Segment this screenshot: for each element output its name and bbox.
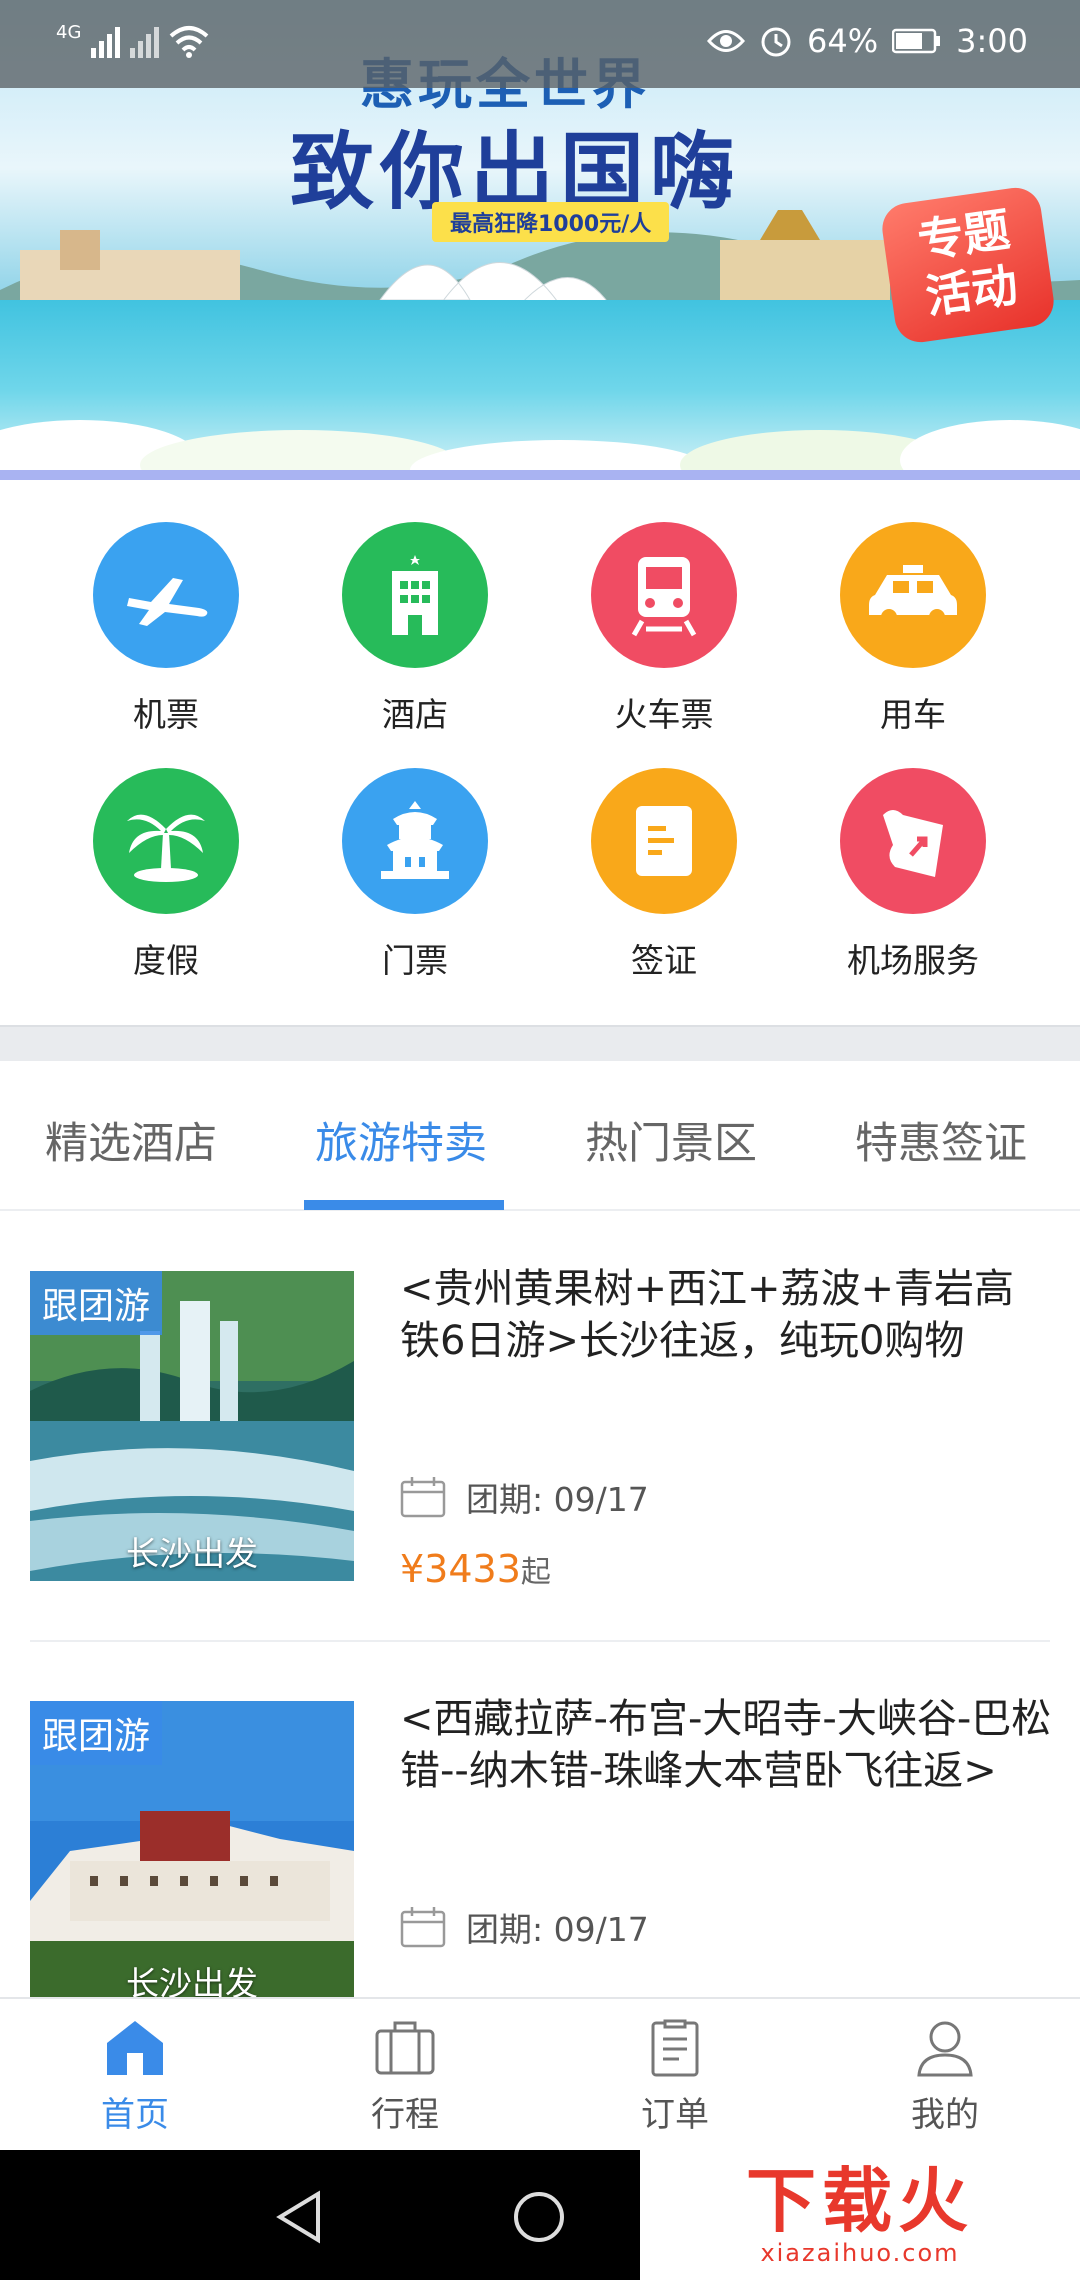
product-card[interactable]: 跟团游 长沙出发 <西藏拉萨-布宫-大昭寺-大峡谷-巴松错--纳木错-珠峰大本营…	[0, 1641, 1080, 1997]
category-tickets[interactable]: 门票	[315, 768, 515, 982]
category-label: 门票	[382, 941, 448, 980]
nav-home[interactable]: 首页	[35, 2017, 235, 2136]
active-tab-indicator	[304, 1200, 504, 1210]
taxi-car-icon	[840, 522, 986, 668]
battery-icon	[892, 28, 941, 54]
hotel-building-icon	[342, 522, 488, 668]
special-event-badge[interactable]: 专题 活动	[879, 184, 1057, 346]
clock: 3:00	[956, 22, 1028, 60]
watermark-main: 下载火	[746, 2160, 974, 2242]
temple-icon	[342, 768, 488, 914]
nav-label: 我的	[911, 2095, 979, 2135]
tour-date: 团期: 09/17	[400, 1903, 649, 1951]
category-label: 度假	[133, 941, 199, 980]
product-title: <西藏拉萨-布宫-大昭寺-大峡谷-巴松错--纳木错-珠峰大本营卧飞往返>	[400, 1696, 1052, 1794]
product-price: ¥3433起	[400, 1547, 551, 1591]
tour-date-label: 团期: 09/17	[466, 1910, 649, 1949]
category-label: 机场服务	[847, 941, 979, 980]
category-flights[interactable]: 机票	[66, 522, 266, 736]
home-button-icon[interactable]	[512, 2190, 566, 2244]
category-label: 用车	[880, 695, 946, 734]
watermark-sub: xiazaihuo.com	[760, 2239, 960, 2267]
category-car[interactable]: 用车	[813, 522, 1013, 736]
product-tabs: 精选酒店 旅游特卖 热门景区 特惠签证	[0, 1061, 1080, 1211]
signal-icon-2	[130, 22, 160, 58]
tour-date-label: 团期: 09/17	[466, 1480, 649, 1519]
nav-label: 行程	[371, 2095, 439, 2135]
category-train[interactable]: 火车票	[564, 522, 764, 736]
product-card[interactable]: 跟团游 长沙出发 <贵州黄果树+西江+荔波+青岩高铁6日游>长沙往返，纯玩0购物…	[0, 1211, 1080, 1642]
briefcase-icon	[375, 2021, 435, 2075]
banner-subtitle: 最高狂降1000元/人	[432, 202, 670, 242]
banner-flowers	[0, 420, 1080, 480]
user-icon	[917, 2021, 973, 2077]
back-icon[interactable]	[274, 2190, 326, 2244]
palm-tree-icon	[93, 768, 239, 914]
status-bar: 4G 64% 3:00	[0, 0, 1080, 88]
nav-orders[interactable]: 订单	[575, 2017, 775, 2136]
bottom-navigation: 首页 行程 订单 我的	[0, 1997, 1080, 2150]
nav-itinerary[interactable]: 行程	[305, 2017, 505, 2136]
tab-hot-attractions[interactable]: 热门景区	[585, 1109, 757, 1171]
tab-visa-deals[interactable]: 特惠签证	[855, 1109, 1027, 1171]
calendar-icon	[400, 1907, 446, 1948]
departure-city: 长沙出发	[126, 1964, 258, 1997]
nav-label: 订单	[641, 2095, 709, 2135]
category-grid: 机票 酒店 火车票 用车 度假 门票 签证 机场服务	[0, 480, 1080, 1025]
tab-travel-deals[interactable]: 旅游特卖	[315, 1109, 487, 1171]
eye-comfort-icon	[707, 30, 746, 52]
calendar-icon	[400, 1477, 446, 1518]
category-label: 机票	[133, 695, 199, 734]
battery-percent: 64%	[807, 22, 879, 60]
product-title: <贵州黄果树+西江+荔波+青岩高铁6日游>长沙往返，纯玩0购物	[400, 1266, 1015, 1364]
price-suffix: 起	[520, 1555, 551, 1590]
wifi-icon	[170, 26, 209, 58]
document-icon	[591, 768, 737, 914]
product-image: 跟团游 长沙出发	[30, 1701, 354, 1997]
product-image: 跟团游 长沙出发	[30, 1271, 354, 1581]
home-icon	[107, 2021, 163, 2075]
tab-selected-hotels[interactable]: 精选酒店	[45, 1109, 217, 1171]
product-type-tag: 跟团游	[30, 1271, 163, 1335]
product-type-tag: 跟团游	[30, 1701, 163, 1765]
nav-profile[interactable]: 我的	[845, 2017, 1045, 2136]
site-watermark: 下载火 xiazaihuo.com	[640, 2150, 1080, 2280]
airplane-icon	[93, 522, 239, 668]
category-vacation[interactable]: 度假	[66, 768, 266, 982]
category-hotel[interactable]: 酒店	[315, 522, 515, 736]
departure-city: 长沙出发	[126, 1534, 258, 1573]
category-label: 火车票	[614, 695, 714, 734]
nav-label: 首页	[101, 2095, 169, 2135]
product-list: 跟团游 长沙出发 <贵州黄果树+西江+荔波+青岩高铁6日游>长沙往返，纯玩0购物…	[0, 1211, 1080, 1997]
clipboard-icon	[651, 2019, 699, 2077]
price-value: ¥3433	[400, 1547, 521, 1591]
train-icon	[591, 522, 737, 668]
category-airport-service[interactable]: 机场服务	[813, 768, 1013, 982]
airport-service-icon	[840, 768, 986, 914]
category-visa[interactable]: 签证	[564, 768, 764, 982]
alarm-icon	[761, 27, 791, 57]
section-divider	[0, 1025, 1080, 1061]
category-label: 酒店	[382, 695, 448, 734]
tour-date: 团期: 09/17	[400, 1473, 649, 1521]
category-label: 签证	[631, 941, 697, 980]
network-type: 4G	[56, 22, 82, 43]
signal-icon	[91, 22, 121, 58]
